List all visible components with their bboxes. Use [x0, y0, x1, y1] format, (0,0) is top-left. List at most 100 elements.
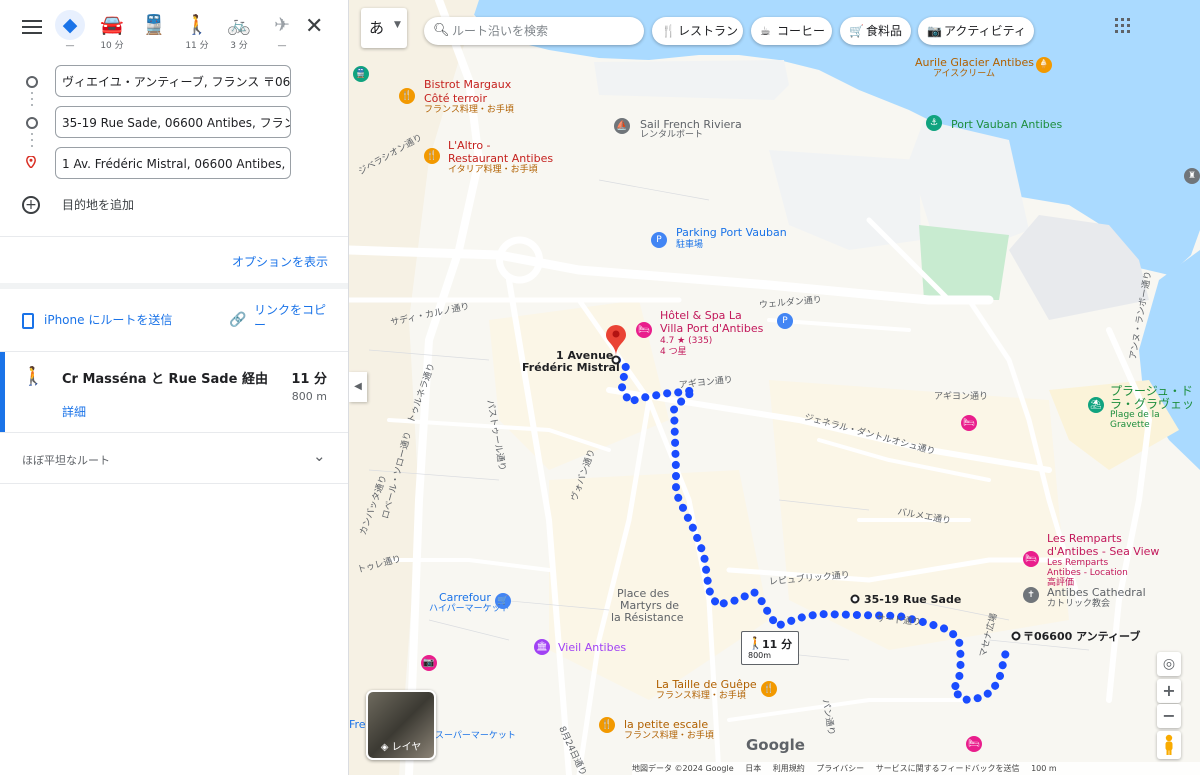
- mode-walking[interactable]: 🚶 11 分: [177, 10, 217, 56]
- mode-flight[interactable]: ✈ —: [262, 10, 302, 56]
- link-icon: 🔗: [229, 312, 247, 328]
- divider: [0, 283, 348, 289]
- apps-grid-icon[interactable]: [1115, 18, 1130, 33]
- input-method-toggle[interactable]: あ ▼: [361, 8, 407, 48]
- route-details-link[interactable]: 詳細: [62, 403, 86, 420]
- show-options-link[interactable]: オプションを表示: [232, 253, 328, 270]
- hotel-icon[interactable]: 🛏: [961, 415, 977, 431]
- poi-carrefour[interactable]: Carrefour: [439, 592, 491, 604]
- layers-button[interactable]: ◈ レイヤ: [366, 690, 436, 760]
- beach-icon[interactable]: ⛱: [1088, 397, 1104, 413]
- waypoint-input[interactable]: 35-19 Rue Sade, 06600 Antibes, フランス: [55, 106, 291, 138]
- restaurant-icon[interactable]: 🍴: [599, 717, 615, 733]
- church-icon[interactable]: ✝: [1023, 587, 1039, 603]
- flight-icon: ✈: [274, 14, 290, 36]
- connector-dots-icon: [31, 129, 33, 151]
- poi-vieil-antibes[interactable]: Vieil Antibes: [558, 642, 626, 654]
- chip-grocery[interactable]: 🛒 食料品: [840, 17, 911, 45]
- mode-cycling[interactable]: 🚲 3 分: [219, 10, 259, 56]
- layers-label: ◈ レイヤ: [380, 742, 422, 753]
- country-link[interactable]: 日本: [745, 764, 761, 773]
- destination-label-line2: Frédéric Mistral: [522, 361, 620, 374]
- route-option-selected[interactable]: 🚶 Cr Masséna と Rue Sade 経由 11 分 800 m 詳細: [0, 352, 348, 432]
- add-destination-button[interactable]: + 目的地を追加: [22, 194, 134, 214]
- collapse-panel-button[interactable]: ◀: [349, 372, 367, 402]
- search-icon: 🔍︎: [433, 23, 450, 38]
- scale-label[interactable]: 100 m: [1031, 764, 1057, 773]
- poi-port-vauban[interactable]: Port Vauban Antibes: [951, 119, 1062, 131]
- coffee-icon: ☕: [760, 24, 771, 38]
- mode-label: 3 分: [230, 41, 248, 51]
- add-destination-label: 目的地を追加: [62, 198, 135, 212]
- parking-icon[interactable]: P: [651, 232, 667, 248]
- landmark-icon[interactable]: 🏛: [534, 639, 550, 655]
- zoom-out-button[interactable]: −: [1157, 704, 1181, 728]
- plus-icon: +: [22, 195, 40, 214]
- map-canvas[interactable]: Bistrot Margaux Côté terroir フランス料理・お手頃 …: [349, 0, 1200, 775]
- feedback-link[interactable]: サービスに関するフィードバックを送信: [876, 764, 1020, 773]
- search-along-route-input[interactable]: 🔍︎ ルート沿いを検索: [424, 17, 644, 45]
- restaurant-icon: 🍴: [661, 24, 676, 38]
- poi-sail-category: レンタルボート: [640, 130, 704, 140]
- map-data-credit: 地図データ ©2024 Google: [632, 764, 734, 773]
- hotel-icon[interactable]: 🛏: [1023, 551, 1039, 567]
- poi-plage-line2: ラ・グラヴェッ: [1110, 397, 1195, 411]
- origin-input[interactable]: ヴィエイユ・アンティーブ, フランス 〒06600: [55, 65, 291, 97]
- street-view-pegman-icon[interactable]: [1157, 731, 1181, 759]
- landmark-icon[interactable]: ♜: [1184, 168, 1200, 184]
- restaurant-icon[interactable]: 🍴: [399, 88, 415, 104]
- walk-icon: 🚶: [22, 366, 45, 387]
- restaurant-icon[interactable]: 🍴: [761, 681, 777, 697]
- mode-transit[interactable]: 🚆: [134, 10, 174, 56]
- terms-link[interactable]: 利用規約: [773, 764, 805, 773]
- marina-icon[interactable]: ⚓: [926, 115, 942, 131]
- chip-coffee[interactable]: ☕ コーヒー: [751, 17, 832, 45]
- phone-icon: [22, 312, 34, 329]
- parking-icon[interactable]: P: [777, 313, 793, 329]
- poi-escale[interactable]: la petite escale: [624, 719, 708, 731]
- hotel-icon[interactable]: 🛏: [966, 736, 982, 752]
- route-time: 11 分: [291, 372, 327, 387]
- poi-escale-category: フランス料理・お手頃: [624, 731, 714, 741]
- route-info-distance: 800m: [748, 651, 772, 660]
- my-location-icon[interactable]: ◎: [1157, 652, 1181, 676]
- chip-restaurant[interactable]: 🍴 レストラン: [652, 17, 743, 45]
- send-to-phone-button[interactable]: iPhone にルートを送信: [22, 311, 172, 329]
- ice-cream-icon[interactable]: 🍦: [1036, 57, 1052, 73]
- boat-icon[interactable]: ⛵: [614, 118, 630, 134]
- destination-input[interactable]: 1 Av. Frédéric Mistral, 06600 Antibes, フ…: [55, 147, 291, 179]
- hotel-icon[interactable]: 🛏: [636, 322, 652, 338]
- shopping-icon[interactable]: 🛒: [495, 593, 511, 609]
- poi-parking-category: 駐車場: [676, 240, 704, 250]
- poi-remparts-line2: d'Antibes - Sea View: [1047, 545, 1160, 558]
- mode-best-route[interactable]: ◆ —: [50, 10, 90, 56]
- poi-laltro[interactable]: L'Altro -: [448, 140, 491, 152]
- camera-icon[interactable]: 📷: [421, 655, 437, 671]
- divider: [0, 483, 348, 484]
- camera-icon: 📷: [927, 24, 942, 38]
- restaurant-icon[interactable]: 🍴: [424, 148, 440, 164]
- poi-parking[interactable]: Parking Port Vauban: [676, 227, 787, 239]
- poi-plage[interactable]: プラージュ・ド: [1110, 385, 1193, 397]
- mode-label: —: [277, 41, 287, 51]
- mode-label: —: [65, 41, 75, 51]
- poi-bistrot[interactable]: Bistrot Margaux: [424, 79, 511, 91]
- close-icon[interactable]: ✕: [305, 14, 323, 39]
- bicycle-icon: 🚲: [227, 14, 251, 36]
- chip-activities[interactable]: 📷 アクティビティ: [918, 17, 1034, 45]
- poi-remparts[interactable]: Les Remparts: [1047, 533, 1122, 545]
- flat-route-note: ほぼ平坦なルート: [22, 454, 110, 467]
- privacy-link[interactable]: プライバシー: [816, 764, 864, 773]
- zoom-in-button[interactable]: +: [1157, 679, 1181, 703]
- mode-driving[interactable]: 🚘 10 分: [92, 10, 132, 56]
- poi-aurile[interactable]: Aurile Glacier Antibes: [915, 57, 1034, 69]
- route-info-box[interactable]: 🚶 11 分 800m: [741, 631, 799, 665]
- send-to-phone-label: iPhone にルートを送信: [44, 313, 173, 327]
- poi-taille[interactable]: La Taille de Guêpe: [656, 679, 757, 691]
- chevron-down-icon[interactable]: ⌄: [313, 447, 326, 465]
- transit-icon[interactable]: 🚆: [353, 66, 369, 82]
- travel-mode-row: ◆ — 🚘 10 分 🚆 🚶 11 分 🚲 3 分 ✈ —: [0, 10, 348, 56]
- poi-cathedral[interactable]: Antibes Cathedral: [1047, 587, 1146, 599]
- route-distance: 800 m: [291, 390, 327, 403]
- poi-hotel[interactable]: Hôtel & Spa La: [660, 310, 742, 322]
